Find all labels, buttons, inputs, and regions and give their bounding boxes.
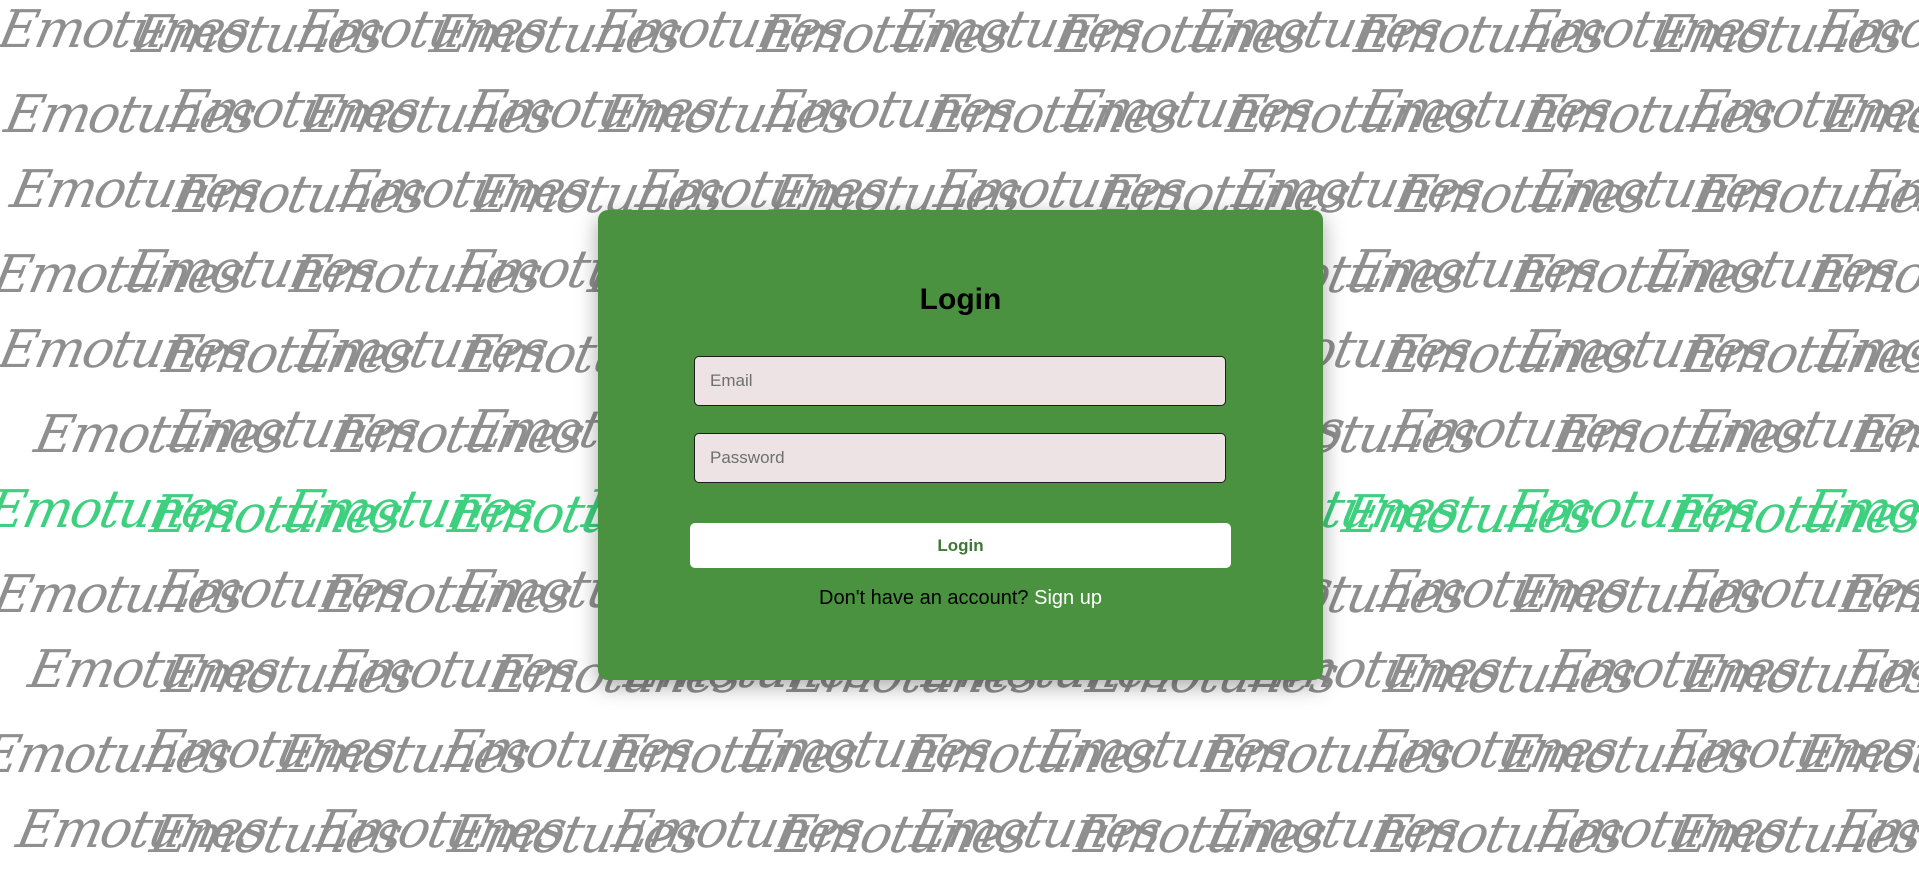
signup-prompt-row: Don't have an account? Sign up xyxy=(598,587,1323,610)
background-watermark-word: Emotunes xyxy=(1811,0,1919,60)
background-watermark-word: Emotunes xyxy=(1799,480,1919,540)
background-watermark-word: Emotunes xyxy=(1793,725,1919,785)
background-watermark-word: Emotunes xyxy=(1835,565,1919,625)
background-pattern-row: Emotunes Emotunes Emotunes Emotunes Emotunes… xyxy=(0,800,1919,870)
background-watermark-word: Emotunes xyxy=(1811,320,1919,380)
background-watermark-word: Emotunes xyxy=(1817,85,1919,145)
background-watermark-word: Emotunes xyxy=(1829,800,1919,860)
background-watermark-word: Emotunes xyxy=(1847,405,1919,465)
login-card: Login Login Don't have an account? Sign … xyxy=(598,210,1323,680)
background-pattern-row: Emotunes Emotunes Emotunes Emotunes Emotunes… xyxy=(0,720,1919,790)
signup-link[interactable]: Sign up xyxy=(1034,587,1102,609)
background-watermark-word: Emotunes xyxy=(1841,640,1919,700)
login-button[interactable]: Login xyxy=(690,523,1231,568)
background-watermark-word: Emotunes xyxy=(1805,245,1919,305)
login-title: Login xyxy=(919,283,1002,316)
background-pattern-row: Emotunes Emotunes Emotunes Emotunes Emotunes… xyxy=(0,0,1919,70)
background-watermark-word: Emotunes xyxy=(1853,160,1919,220)
email-field[interactable] xyxy=(694,356,1226,406)
password-field[interactable] xyxy=(694,433,1226,483)
background-pattern-row: Emotunes Emotunes Emotunes Emotunes Emotunes… xyxy=(0,80,1919,150)
signup-prompt-text: Don't have an account? xyxy=(819,587,1029,609)
